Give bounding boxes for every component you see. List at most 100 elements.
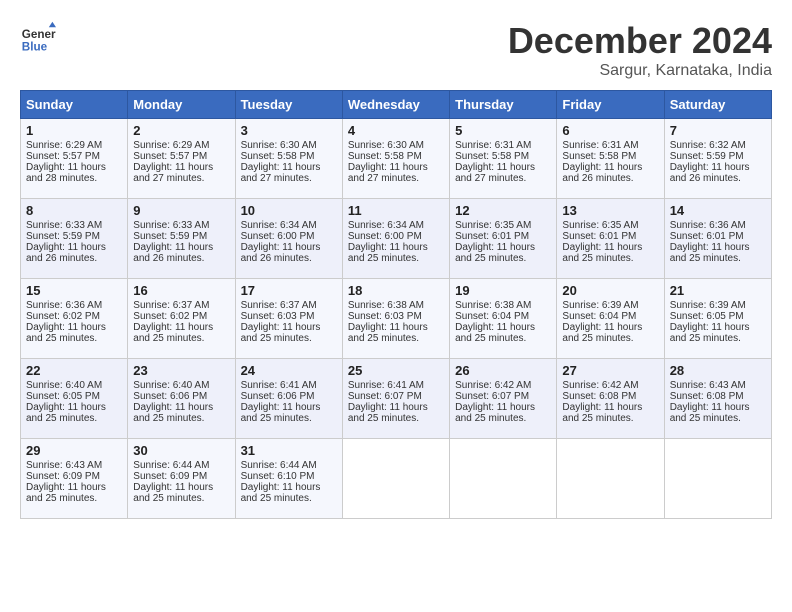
calendar-cell: 15Sunrise: 6:36 AMSunset: 6:02 PMDayligh… (21, 279, 128, 359)
sunset: Sunset: 6:01 PM (670, 231, 744, 242)
daylight-hours: Daylight: 11 hours (670, 322, 750, 333)
day-number: 16 (133, 283, 229, 298)
sunrise: Sunrise: 6:29 AM (133, 140, 209, 151)
calendar-week-4: 22Sunrise: 6:40 AMSunset: 6:05 PMDayligh… (21, 359, 772, 439)
sunset: Sunset: 6:02 PM (133, 311, 207, 322)
day-number: 12 (455, 203, 551, 218)
sunset: Sunset: 6:08 PM (562, 391, 636, 402)
sunrise: Sunrise: 6:43 AM (26, 460, 102, 471)
sunset: Sunset: 6:09 PM (133, 471, 207, 482)
month-title: December 2024 (508, 20, 772, 62)
daylight-minutes: and 25 minutes. (26, 493, 97, 504)
calendar-cell: 25Sunrise: 6:41 AMSunset: 6:07 PMDayligh… (342, 359, 449, 439)
daylight-hours: Daylight: 11 hours (455, 162, 535, 173)
header-sunday: Sunday (21, 91, 128, 119)
day-number: 15 (26, 283, 122, 298)
daylight-minutes: and 25 minutes. (241, 333, 312, 344)
sunset: Sunset: 5:59 PM (133, 231, 207, 242)
day-number: 22 (26, 363, 122, 378)
logo: General Blue (20, 20, 56, 56)
sunset: Sunset: 5:58 PM (562, 151, 636, 162)
sunrise: Sunrise: 6:36 AM (26, 300, 102, 311)
daylight-hours: Daylight: 11 hours (348, 322, 428, 333)
daylight-minutes: and 25 minutes. (670, 333, 741, 344)
sunrise: Sunrise: 6:41 AM (348, 380, 424, 391)
day-number: 7 (670, 123, 766, 138)
sunset: Sunset: 6:01 PM (455, 231, 529, 242)
day-number: 19 (455, 283, 551, 298)
sunrise: Sunrise: 6:37 AM (133, 300, 209, 311)
daylight-minutes: and 25 minutes. (562, 253, 633, 264)
calendar-cell: 30Sunrise: 6:44 AMSunset: 6:09 PMDayligh… (128, 439, 235, 519)
day-number: 27 (562, 363, 658, 378)
sunset: Sunset: 5:58 PM (455, 151, 529, 162)
daylight-hours: Daylight: 11 hours (348, 402, 428, 413)
day-number: 9 (133, 203, 229, 218)
sunset: Sunset: 5:57 PM (133, 151, 207, 162)
svg-text:Blue: Blue (22, 41, 48, 54)
calendar-cell (342, 439, 449, 519)
header-tuesday: Tuesday (235, 91, 342, 119)
title-block: December 2024 Sargur, Karnataka, India (508, 20, 772, 80)
daylight-minutes: and 25 minutes. (241, 413, 312, 424)
calendar-cell: 11Sunrise: 6:34 AMSunset: 6:00 PMDayligh… (342, 199, 449, 279)
day-number: 29 (26, 443, 122, 458)
daylight-hours: Daylight: 11 hours (133, 402, 213, 413)
logo-icon: General Blue (20, 20, 56, 56)
day-number: 1 (26, 123, 122, 138)
sunset: Sunset: 6:07 PM (455, 391, 529, 402)
daylight-minutes: and 27 minutes. (241, 173, 312, 184)
calendar-cell: 8Sunrise: 6:33 AMSunset: 5:59 PMDaylight… (21, 199, 128, 279)
sunrise: Sunrise: 6:38 AM (348, 300, 424, 311)
daylight-hours: Daylight: 11 hours (133, 482, 213, 493)
sunrise: Sunrise: 6:44 AM (133, 460, 209, 471)
calendar-table: Sunday Monday Tuesday Wednesday Thursday… (20, 90, 772, 519)
calendar-cell: 9Sunrise: 6:33 AMSunset: 5:59 PMDaylight… (128, 199, 235, 279)
sunrise: Sunrise: 6:34 AM (348, 220, 424, 231)
sunset: Sunset: 6:05 PM (670, 311, 744, 322)
sunset: Sunset: 5:59 PM (670, 151, 744, 162)
sunset: Sunset: 5:58 PM (348, 151, 422, 162)
sunrise: Sunrise: 6:41 AM (241, 380, 317, 391)
daylight-minutes: and 26 minutes. (133, 253, 204, 264)
sunset: Sunset: 5:57 PM (26, 151, 100, 162)
daylight-minutes: and 25 minutes. (348, 413, 419, 424)
day-number: 14 (670, 203, 766, 218)
calendar-week-3: 15 Sunrise: 6:36 AM Sunset: 6:02 PM Dayligh… (21, 279, 772, 359)
sunset: Sunset: 6:03 PM (348, 311, 422, 322)
calendar-cell (450, 439, 557, 519)
calendar-cell: 1Sunrise: 6:29 AMSunset: 5:57 PMDaylight… (21, 119, 128, 199)
calendar-cell: 12Sunrise: 6:35 AMSunset: 6:01 PMDayligh… (450, 199, 557, 279)
page-header: General Blue December 2024 Sargur, Karna… (20, 20, 772, 80)
sunrise: Sunrise: 6:36 AM (670, 220, 746, 231)
day-number: 3 (241, 123, 337, 138)
sunset: Sunset: 6:07 PM (348, 391, 422, 402)
daylight-hours: Daylight: 11 hours (670, 402, 750, 413)
day-number: 4 (348, 123, 444, 138)
sunrise: Sunrise: 6:40 AM (26, 380, 102, 391)
sunrise: Sunrise: 6:43 AM (670, 380, 746, 391)
daylight-hours: Daylight: 11 hours (455, 242, 535, 253)
calendar-cell: 7Sunrise: 6:32 AMSunset: 5:59 PMDaylight… (664, 119, 771, 199)
sunrise: Sunrise: 6:39 AM (562, 300, 638, 311)
daylight-minutes: and 25 minutes. (348, 333, 419, 344)
sunrise: Sunrise: 6:32 AM (670, 140, 746, 151)
daylight-minutes: and 26 minutes. (670, 173, 741, 184)
calendar-week-2: 8Sunrise: 6:33 AMSunset: 5:59 PMDaylight… (21, 199, 772, 279)
calendar-cell: 22Sunrise: 6:40 AMSunset: 6:05 PMDayligh… (21, 359, 128, 439)
calendar-cell: 18Sunrise: 6:38 AMSunset: 6:03 PMDayligh… (342, 279, 449, 359)
daylight-minutes: and 25 minutes. (670, 413, 741, 424)
daylight-minutes: and 25 minutes. (670, 253, 741, 264)
header-row: Sunday Monday Tuesday Wednesday Thursday… (21, 91, 772, 119)
daylight-hours: Daylight: 11 hours (241, 482, 321, 493)
sunrise: Sunrise: 6:33 AM (133, 220, 209, 231)
daylight-hours: Daylight: 11 hours (26, 242, 106, 253)
daylight-hours: Daylight: 11 hours (670, 242, 750, 253)
daylight-minutes: and 25 minutes. (26, 333, 97, 344)
day-number: 24 (241, 363, 337, 378)
calendar-cell: 29Sunrise: 6:43 AMSunset: 6:09 PMDayligh… (21, 439, 128, 519)
sunrise: Sunrise: 6:29 AM (26, 140, 102, 151)
daylight-hours: Daylight: 11 hours (562, 402, 642, 413)
daylight-minutes: and 25 minutes. (455, 413, 526, 424)
header-saturday: Saturday (664, 91, 771, 119)
